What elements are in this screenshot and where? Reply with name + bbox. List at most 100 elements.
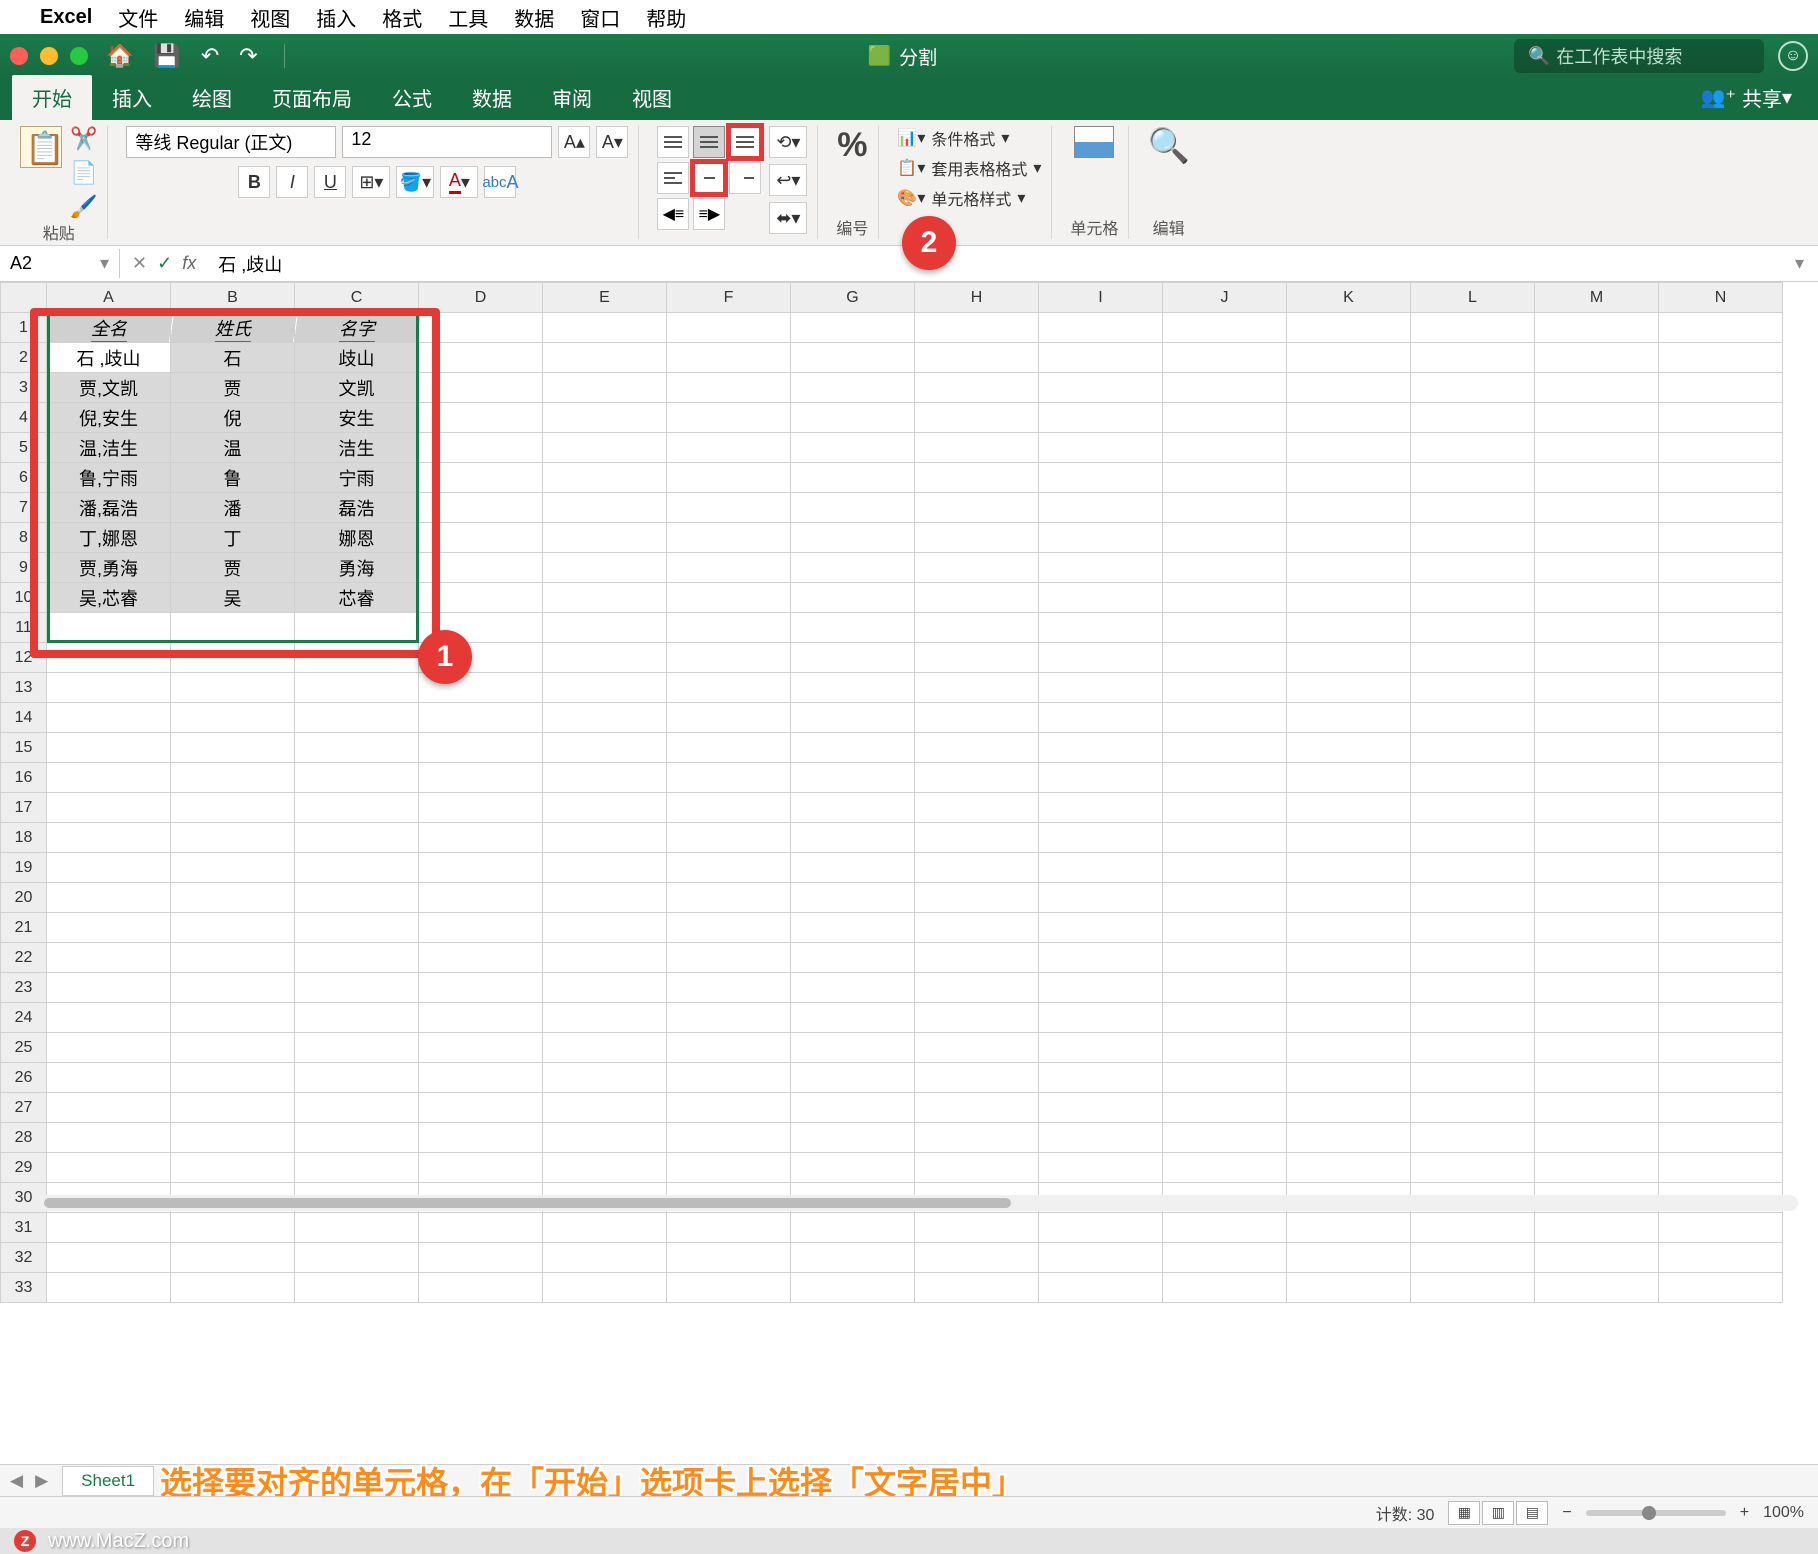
cell[interactable] xyxy=(1287,1063,1411,1093)
cell[interactable] xyxy=(1411,373,1535,403)
align-left-button[interactable] xyxy=(657,162,689,194)
cell[interactable] xyxy=(1039,343,1163,373)
cell[interactable] xyxy=(1535,1243,1659,1273)
col-header[interactable]: B xyxy=(171,283,295,313)
cell[interactable] xyxy=(1039,523,1163,553)
cell[interactable] xyxy=(1039,913,1163,943)
cell[interactable] xyxy=(791,553,915,583)
cell[interactable] xyxy=(667,973,791,1003)
cell[interactable]: 潘,磊浩 xyxy=(47,493,171,523)
cell[interactable] xyxy=(295,823,419,853)
row-header[interactable]: 1 xyxy=(1,313,47,343)
cell[interactable] xyxy=(1659,1093,1783,1123)
cell[interactable] xyxy=(1287,463,1411,493)
tab-formula[interactable]: 公式 xyxy=(372,75,452,120)
cell[interactable]: 吴 xyxy=(171,583,295,613)
cell[interactable] xyxy=(667,673,791,703)
cell[interactable] xyxy=(1659,373,1783,403)
col-header[interactable]: M xyxy=(1535,283,1659,313)
cell[interactable] xyxy=(295,1033,419,1063)
cell[interactable] xyxy=(1163,673,1287,703)
page-layout-view-button[interactable]: ▥ xyxy=(1482,1501,1514,1525)
cell[interactable] xyxy=(47,853,171,883)
row-header[interactable]: 21 xyxy=(1,913,47,943)
cell[interactable] xyxy=(1287,643,1411,673)
cell[interactable] xyxy=(1659,1033,1783,1063)
cell[interactable] xyxy=(1287,1033,1411,1063)
cell[interactable] xyxy=(1163,1243,1287,1273)
cell[interactable] xyxy=(171,823,295,853)
cell[interactable] xyxy=(791,913,915,943)
cell[interactable] xyxy=(47,1243,171,1273)
cell[interactable] xyxy=(171,613,295,643)
cell[interactable] xyxy=(1039,583,1163,613)
cell[interactable] xyxy=(915,823,1039,853)
cell[interactable] xyxy=(47,1063,171,1093)
cell[interactable] xyxy=(47,1093,171,1123)
cell[interactable] xyxy=(1411,463,1535,493)
italic-button[interactable]: I xyxy=(276,166,308,198)
cell[interactable] xyxy=(47,1003,171,1033)
cell[interactable] xyxy=(543,583,667,613)
row-header[interactable]: 17 xyxy=(1,793,47,823)
cell[interactable] xyxy=(543,733,667,763)
cell[interactable]: 文凯 xyxy=(295,373,419,403)
row-header[interactable]: 22 xyxy=(1,943,47,973)
cell[interactable] xyxy=(791,1003,915,1033)
cell[interactable] xyxy=(1411,673,1535,703)
cell[interactable] xyxy=(1659,403,1783,433)
cell[interactable] xyxy=(667,1123,791,1153)
cell[interactable] xyxy=(1535,733,1659,763)
cell[interactable] xyxy=(791,1213,915,1243)
cell[interactable] xyxy=(915,643,1039,673)
cell[interactable] xyxy=(1411,733,1535,763)
cell[interactable] xyxy=(171,973,295,1003)
cell[interactable] xyxy=(915,733,1039,763)
select-all-corner[interactable] xyxy=(1,283,47,313)
cell[interactable] xyxy=(667,943,791,973)
cell[interactable] xyxy=(171,883,295,913)
cell[interactable] xyxy=(1287,313,1411,343)
paste-button[interactable] xyxy=(20,126,62,220)
cell[interactable]: 宁雨 xyxy=(295,463,419,493)
cell[interactable] xyxy=(1411,1153,1535,1183)
cell[interactable] xyxy=(1163,1213,1287,1243)
cell[interactable] xyxy=(419,1243,543,1273)
cell[interactable] xyxy=(1163,553,1287,583)
cell[interactable] xyxy=(1039,1273,1163,1303)
row-header[interactable]: 8 xyxy=(1,523,47,553)
cell[interactable] xyxy=(419,1123,543,1153)
row-header[interactable]: 25 xyxy=(1,1033,47,1063)
cell[interactable] xyxy=(791,733,915,763)
cell[interactable] xyxy=(667,553,791,583)
cell[interactable] xyxy=(667,583,791,613)
cell[interactable] xyxy=(543,613,667,643)
cell[interactable] xyxy=(47,703,171,733)
cell[interactable]: 倪,安生 xyxy=(47,403,171,433)
cell[interactable] xyxy=(171,703,295,733)
cell[interactable] xyxy=(419,793,543,823)
cell[interactable]: 鲁,宁雨 xyxy=(47,463,171,493)
cell[interactable] xyxy=(915,883,1039,913)
cell[interactable] xyxy=(47,1153,171,1183)
cell[interactable] xyxy=(543,493,667,523)
cell[interactable] xyxy=(1163,403,1287,433)
cell[interactable] xyxy=(543,1003,667,1033)
number-format-button[interactable]: % xyxy=(837,126,867,165)
cell[interactable] xyxy=(1659,1063,1783,1093)
cell[interactable] xyxy=(1163,583,1287,613)
cell[interactable] xyxy=(1411,973,1535,1003)
cell[interactable] xyxy=(1411,1093,1535,1123)
cell[interactable] xyxy=(1659,1153,1783,1183)
border-button[interactable]: ⊞▾ xyxy=(352,166,390,198)
fill-color-button[interactable]: 🪣▾ xyxy=(396,166,434,198)
cell[interactable] xyxy=(1039,943,1163,973)
cell[interactable] xyxy=(419,913,543,943)
row-header[interactable]: 16 xyxy=(1,763,47,793)
cell[interactable] xyxy=(543,1033,667,1063)
cell[interactable] xyxy=(1163,433,1287,463)
cell[interactable] xyxy=(295,1243,419,1273)
minimize-button[interactable] xyxy=(40,47,58,65)
conditional-format-button[interactable]: 📊▾ 条件格式 ▾ xyxy=(897,126,1041,150)
cell[interactable] xyxy=(1039,883,1163,913)
